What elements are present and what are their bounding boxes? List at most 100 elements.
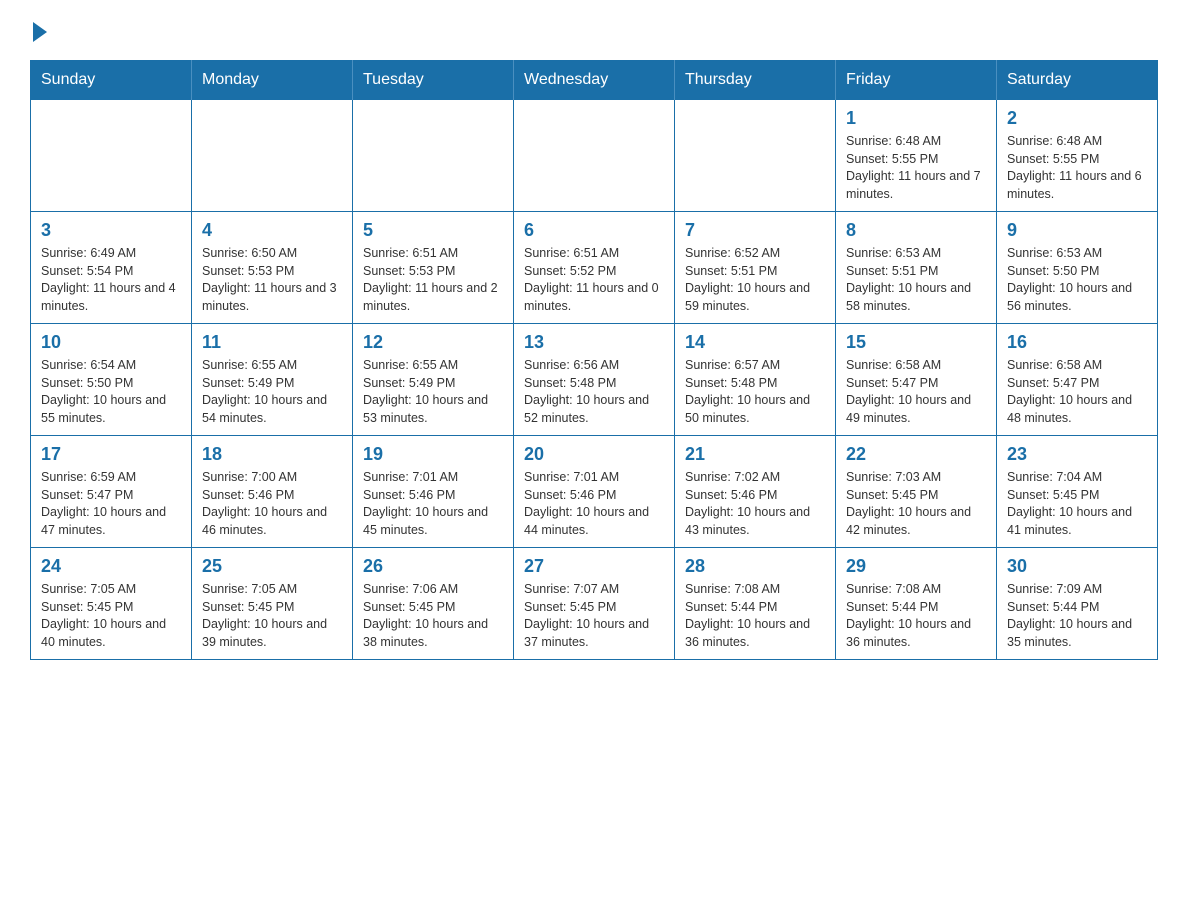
- day-info: Sunrise: 6:51 AMSunset: 5:53 PMDaylight:…: [363, 245, 503, 315]
- day-number: 28: [685, 556, 825, 577]
- calendar-week-row: 10 Sunrise: 6:54 AMSunset: 5:50 PMDayligh…: [31, 324, 1158, 436]
- day-number: 13: [524, 332, 664, 353]
- calendar-day-cell: 13Sunrise: 6:56 AMSunset: 5:48 PMDayligh…: [514, 324, 675, 436]
- calendar-day-cell: 25 Sunrise: 7:05 AMSunset: 5:45 PMDayligh…: [192, 548, 353, 660]
- calendar-day-cell: 7 Sunrise: 6:52 AMSunset: 5:51 PMDaylight…: [675, 212, 836, 324]
- day-number: 23: [1007, 444, 1147, 465]
- day-info: Sunrise: 7:07 AMSunset: 5:45 PMDaylight:…: [524, 581, 664, 651]
- calendar-day-cell: [31, 100, 192, 212]
- calendar-day-cell: 1Sunrise: 6:48 AMSunset: 5:55 PMDaylight…: [836, 100, 997, 212]
- calendar-day-cell: 15 Sunrise: 6:58 AMSunset: 5:47 PMDayligh…: [836, 324, 997, 436]
- logo-arrow-icon: [33, 22, 47, 42]
- day-info: Sunrise: 7:01 AMSunset: 5:46 PMDaylight:…: [524, 469, 664, 539]
- day-number: 10: [41, 332, 181, 353]
- weekday-header: Tuesday: [353, 61, 514, 100]
- day-info: Sunrise: 6:55 AMSunset: 5:49 PMDaylight:…: [363, 357, 503, 427]
- calendar-day-cell: 10 Sunrise: 6:54 AMSunset: 5:50 PMDayligh…: [31, 324, 192, 436]
- calendar-day-cell: [514, 100, 675, 212]
- calendar-day-cell: 2 Sunrise: 6:48 AMSunset: 5:55 PMDaylight…: [997, 100, 1158, 212]
- day-number: 7: [685, 220, 825, 241]
- calendar-day-cell: 16 Sunrise: 6:58 AMSunset: 5:47 PMDayligh…: [997, 324, 1158, 436]
- day-info: Sunrise: 7:05 AMSunset: 5:45 PMDaylight:…: [41, 581, 181, 651]
- day-info: Sunrise: 6:50 AMSunset: 5:53 PMDaylight:…: [202, 245, 342, 315]
- day-info: Sunrise: 6:51 AMSunset: 5:52 PMDaylight:…: [524, 245, 664, 315]
- weekday-header: Thursday: [675, 61, 836, 100]
- calendar-day-cell: 21 Sunrise: 7:02 AMSunset: 5:46 PMDayligh…: [675, 436, 836, 548]
- day-info: Sunrise: 6:53 AMSunset: 5:51 PMDaylight:…: [846, 245, 986, 315]
- day-info: Sunrise: 6:53 AMSunset: 5:50 PMDaylight:…: [1007, 245, 1147, 315]
- day-info: Sunrise: 6:52 AMSunset: 5:51 PMDaylight:…: [685, 245, 825, 315]
- calendar-day-cell: 12 Sunrise: 6:55 AMSunset: 5:49 PMDayligh…: [353, 324, 514, 436]
- day-number: 20: [524, 444, 664, 465]
- day-info: Sunrise: 6:48 AMSunset: 5:55 PMDaylight:…: [846, 133, 986, 203]
- day-number: 25: [202, 556, 342, 577]
- calendar-day-cell: 22 Sunrise: 7:03 AMSunset: 5:45 PMDayligh…: [836, 436, 997, 548]
- day-info: Sunrise: 6:58 AMSunset: 5:47 PMDaylight:…: [1007, 357, 1147, 427]
- calendar-day-cell: 11 Sunrise: 6:55 AMSunset: 5:49 PMDayligh…: [192, 324, 353, 436]
- calendar-day-cell: 26 Sunrise: 7:06 AMSunset: 5:45 PMDayligh…: [353, 548, 514, 660]
- calendar-day-cell: 14Sunrise: 6:57 AMSunset: 5:48 PMDayligh…: [675, 324, 836, 436]
- calendar-week-row: 3 Sunrise: 6:49 AMSunset: 5:54 PMDaylight…: [31, 212, 1158, 324]
- calendar-day-cell: [353, 100, 514, 212]
- day-number: 17: [41, 444, 181, 465]
- calendar-week-row: 1Sunrise: 6:48 AMSunset: 5:55 PMDaylight…: [31, 100, 1158, 212]
- day-info: Sunrise: 6:49 AMSunset: 5:54 PMDaylight:…: [41, 245, 181, 315]
- day-number: 22: [846, 444, 986, 465]
- day-number: 15: [846, 332, 986, 353]
- day-number: 27: [524, 556, 664, 577]
- calendar-week-row: 24Sunrise: 7:05 AMSunset: 5:45 PMDayligh…: [31, 548, 1158, 660]
- calendar-day-cell: 20 Sunrise: 7:01 AMSunset: 5:46 PMDayligh…: [514, 436, 675, 548]
- day-info: Sunrise: 7:04 AMSunset: 5:45 PMDaylight:…: [1007, 469, 1147, 539]
- calendar-day-cell: 28 Sunrise: 7:08 AMSunset: 5:44 PMDayligh…: [675, 548, 836, 660]
- day-info: Sunrise: 7:03 AMSunset: 5:45 PMDaylight:…: [846, 469, 986, 539]
- day-info: Sunrise: 7:02 AMSunset: 5:46 PMDaylight:…: [685, 469, 825, 539]
- day-number: 9: [1007, 220, 1147, 241]
- day-info: Sunrise: 6:58 AMSunset: 5:47 PMDaylight:…: [846, 357, 986, 427]
- calendar-table: SundayMondayTuesdayWednesdayThursdayFrid…: [30, 60, 1158, 660]
- day-number: 29: [846, 556, 986, 577]
- calendar-day-cell: 19Sunrise: 7:01 AMSunset: 5:46 PMDayligh…: [353, 436, 514, 548]
- page-header: [30, 20, 1158, 40]
- day-info: Sunrise: 6:54 AMSunset: 5:50 PMDaylight:…: [41, 357, 181, 427]
- day-info: Sunrise: 6:55 AMSunset: 5:49 PMDaylight:…: [202, 357, 342, 427]
- day-info: Sunrise: 7:08 AMSunset: 5:44 PMDaylight:…: [685, 581, 825, 651]
- day-number: 4: [202, 220, 342, 241]
- calendar-day-cell: 8Sunrise: 6:53 AMSunset: 5:51 PMDaylight…: [836, 212, 997, 324]
- calendar-day-cell: 3 Sunrise: 6:49 AMSunset: 5:54 PMDaylight…: [31, 212, 192, 324]
- day-info: Sunrise: 6:59 AMSunset: 5:47 PMDaylight:…: [41, 469, 181, 539]
- weekday-header: Sunday: [31, 61, 192, 100]
- calendar-day-cell: 30Sunrise: 7:09 AMSunset: 5:44 PMDayligh…: [997, 548, 1158, 660]
- calendar-day-cell: 23 Sunrise: 7:04 AMSunset: 5:45 PMDayligh…: [997, 436, 1158, 548]
- calendar-header-row: SundayMondayTuesdayWednesdayThursdayFrid…: [31, 61, 1158, 100]
- day-number: 2: [1007, 108, 1147, 129]
- day-info: Sunrise: 6:48 AMSunset: 5:55 PMDaylight:…: [1007, 133, 1147, 203]
- weekday-header: Saturday: [997, 61, 1158, 100]
- day-number: 21: [685, 444, 825, 465]
- calendar-day-cell: 4 Sunrise: 6:50 AMSunset: 5:53 PMDaylight…: [192, 212, 353, 324]
- day-info: Sunrise: 7:05 AMSunset: 5:45 PMDaylight:…: [202, 581, 342, 651]
- day-number: 26: [363, 556, 503, 577]
- day-info: Sunrise: 6:57 AMSunset: 5:48 PMDaylight:…: [685, 357, 825, 427]
- calendar-day-cell: 5 Sunrise: 6:51 AMSunset: 5:53 PMDaylight…: [353, 212, 514, 324]
- day-number: 16: [1007, 332, 1147, 353]
- calendar-day-cell: 24Sunrise: 7:05 AMSunset: 5:45 PMDayligh…: [31, 548, 192, 660]
- day-number: 3: [41, 220, 181, 241]
- day-info: Sunrise: 7:00 AMSunset: 5:46 PMDaylight:…: [202, 469, 342, 539]
- logo: [30, 20, 47, 40]
- day-number: 12: [363, 332, 503, 353]
- weekday-header: Wednesday: [514, 61, 675, 100]
- calendar-day-cell: 17 Sunrise: 6:59 AMSunset: 5:47 PMDayligh…: [31, 436, 192, 548]
- day-info: Sunrise: 7:08 AMSunset: 5:44 PMDaylight:…: [846, 581, 986, 651]
- day-info: Sunrise: 7:06 AMSunset: 5:45 PMDaylight:…: [363, 581, 503, 651]
- day-number: 5: [363, 220, 503, 241]
- calendar-day-cell: 6 Sunrise: 6:51 AMSunset: 5:52 PMDaylight…: [514, 212, 675, 324]
- day-number: 11: [202, 332, 342, 353]
- calendar-day-cell: [192, 100, 353, 212]
- calendar-day-cell: 27 Sunrise: 7:07 AMSunset: 5:45 PMDayligh…: [514, 548, 675, 660]
- weekday-header: Monday: [192, 61, 353, 100]
- day-info: Sunrise: 7:09 AMSunset: 5:44 PMDaylight:…: [1007, 581, 1147, 651]
- day-number: 6: [524, 220, 664, 241]
- calendar-day-cell: [675, 100, 836, 212]
- calendar-week-row: 17 Sunrise: 6:59 AMSunset: 5:47 PMDayligh…: [31, 436, 1158, 548]
- weekday-header: Friday: [836, 61, 997, 100]
